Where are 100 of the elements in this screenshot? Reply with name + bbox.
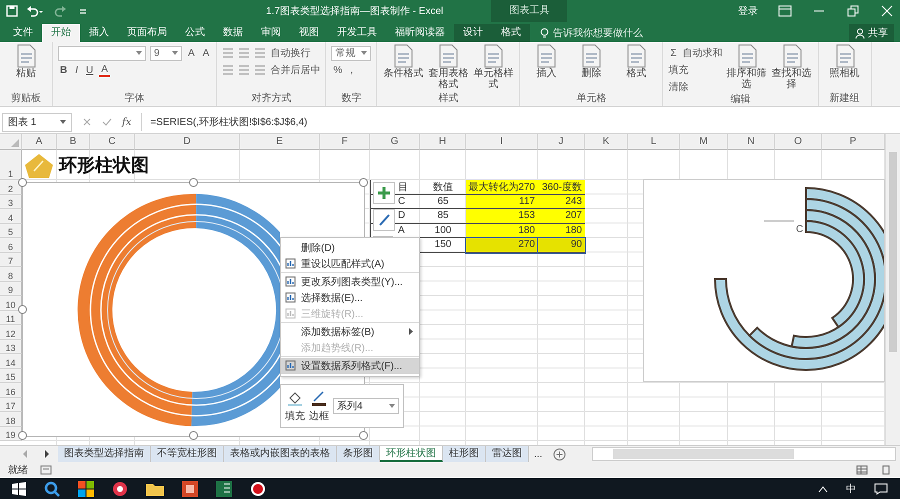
- ribbon-button[interactable]: 清除: [668, 80, 688, 94]
- ribbon-tab[interactable]: 开发工具: [328, 24, 386, 42]
- ribbon-tab[interactable]: 文件: [4, 24, 42, 42]
- row-header[interactable]: 13: [0, 340, 22, 354]
- menu-item[interactable]: 更改系列图表类型(Y)...: [281, 274, 419, 290]
- column-header[interactable]: H: [420, 134, 466, 150]
- ribbon-button[interactable]: 插入: [525, 44, 568, 79]
- row-header[interactable]: 6: [0, 238, 22, 252]
- ribbon-tab[interactable]: 公式: [176, 24, 214, 42]
- column-header[interactable]: I: [466, 134, 538, 150]
- share-button[interactable]: 共享: [849, 24, 894, 42]
- row-header[interactable]: 12: [0, 325, 22, 340]
- sheet-tab[interactable]: 不等宽柱形图: [151, 446, 224, 462]
- ribbon-button[interactable]: 填充: [668, 63, 688, 77]
- column-header[interactable]: O: [775, 134, 822, 150]
- menu-item[interactable]: 设置数据系列格式(F)...: [281, 358, 419, 374]
- ribbon-button[interactable]: 照相机: [824, 44, 866, 79]
- outline-button[interactable]: 边框: [309, 390, 329, 422]
- ribbon-tab[interactable]: 页面布局: [118, 24, 176, 42]
- data-label: C: [796, 224, 804, 235]
- column-header[interactable]: J: [538, 134, 585, 150]
- dropdown-field[interactable]: 9: [150, 46, 182, 60]
- row-header[interactable]: 4: [0, 209, 22, 224]
- ribbon-tab[interactable]: 审阅: [252, 24, 290, 42]
- menu-item[interactable]: 删除(D): [281, 240, 419, 256]
- row-header[interactable]: 11: [0, 310, 22, 325]
- ribbon-tab[interactable]: 福昕阅读器: [386, 24, 454, 42]
- row-header[interactable]: 18: [0, 412, 22, 426]
- ribbon-button[interactable]: 单元格样式: [472, 44, 514, 90]
- format-button[interactable]: A: [200, 48, 212, 58]
- ribbon-tab[interactable]: 插入: [80, 24, 118, 42]
- ribbon-tab[interactable]: 格式: [492, 24, 530, 42]
- chart-area[interactable]: C: [643, 179, 885, 382]
- ribbon-button[interactable]: 条件格式: [382, 44, 424, 79]
- sign-in-link[interactable]: 登录: [738, 4, 758, 18]
- series-dropdown[interactable]: 系列4: [333, 398, 399, 414]
- insert-function-button[interactable]: fx: [122, 116, 132, 128]
- sheet-tab[interactable]: 表格或内嵌图表的表格: [224, 446, 337, 462]
- format-button[interactable]: Σ: [668, 48, 679, 58]
- column-header[interactable]: B: [57, 134, 90, 150]
- format-button[interactable]: ,: [348, 64, 356, 76]
- row-header[interactable]: 5: [0, 224, 22, 238]
- column-header[interactable]: C: [90, 134, 135, 150]
- row-header[interactable]: 15: [0, 368, 22, 383]
- ribbon-button[interactable]: 排序和筛选: [726, 44, 768, 90]
- input-method-indicator[interactable]: 中: [846, 482, 856, 496]
- format-button[interactable]: A: [99, 64, 110, 76]
- menu-item[interactable]: 选择数据(E)...: [281, 290, 419, 306]
- ribbon-tab[interactable]: 开始: [42, 24, 80, 42]
- column-header[interactable]: N: [728, 134, 775, 150]
- column-header[interactable]: M: [680, 134, 728, 150]
- row-header[interactable]: 8: [0, 267, 22, 282]
- tell-me-field[interactable]: 告诉我你想要做什么: [540, 24, 683, 42]
- sheet-tab[interactable]: 图表类型选择指南: [58, 446, 151, 462]
- menu-item[interactable]: 重设以匹配样式(A): [281, 256, 419, 273]
- ribbon-tab[interactable]: 数据: [214, 24, 252, 42]
- column-header[interactable]: P: [822, 134, 885, 150]
- format-button[interactable]: A: [186, 48, 197, 58]
- more-sheets-button[interactable]: ...: [529, 448, 548, 460]
- sheet-tab[interactable]: 条形图: [337, 446, 380, 462]
- format-button[interactable]: I: [73, 64, 80, 76]
- column-header[interactable]: A: [22, 134, 57, 150]
- sheet-tab[interactable]: 环形柱状图: [380, 446, 443, 462]
- format-button[interactable]: B: [58, 64, 70, 76]
- row-header[interactable]: 14: [0, 354, 22, 368]
- table-cell: 243: [538, 194, 585, 209]
- fill-button[interactable]: 填充: [285, 390, 305, 422]
- row-header[interactable]: 2: [0, 180, 22, 194]
- column-header[interactable]: E: [240, 134, 320, 150]
- row-header[interactable]: 7: [0, 252, 22, 267]
- ribbon-button[interactable]: 删除: [570, 44, 612, 79]
- ribbon-button[interactable]: 自动求和: [682, 46, 723, 60]
- ribbon-button[interactable]: 查找和选择: [770, 44, 813, 90]
- menu-item[interactable]: 添加数据标签(B): [281, 324, 419, 340]
- column-header[interactable]: G: [370, 134, 420, 150]
- column-header[interactable]: L: [628, 134, 680, 150]
- ribbon-button[interactable]: 粘贴: [5, 44, 47, 79]
- table-cell: 207: [538, 209, 585, 224]
- row-header[interactable]: 16: [0, 383, 22, 398]
- row-header[interactable]: 9: [0, 282, 22, 296]
- name-box[interactable]: 图表 1: [2, 112, 72, 132]
- sheet-tab[interactable]: 柱形图: [443, 446, 486, 462]
- dropdown-field[interactable]: 常规: [331, 46, 372, 60]
- ribbon-button[interactable]: 套用表格格式: [427, 44, 470, 90]
- ribbon-button[interactable]: 自动换行: [270, 46, 310, 60]
- ribbon-button[interactable]: 格式: [615, 44, 658, 79]
- ribbon-tab[interactable]: 设计: [454, 24, 492, 42]
- ribbon-button[interactable]: 合并后居中: [270, 63, 320, 77]
- format-button[interactable]: U: [84, 64, 96, 76]
- ribbon-tab[interactable]: 视图: [290, 24, 328, 42]
- formula-field[interactable]: =SERIES(,环形柱状图!$I$6:$J$6,4): [141, 113, 900, 131]
- column-header[interactable]: D: [135, 134, 240, 150]
- row-header[interactable]: 10: [0, 296, 22, 310]
- sheet-tab[interactable]: 雷达图: [486, 446, 529, 462]
- column-header[interactable]: F: [320, 134, 370, 150]
- column-header[interactable]: K: [585, 134, 628, 150]
- format-button[interactable]: %: [331, 64, 344, 76]
- row-header[interactable]: 3: [0, 194, 22, 209]
- row-header[interactable]: 17: [0, 398, 22, 412]
- row-header[interactable]: 1: [0, 150, 22, 180]
